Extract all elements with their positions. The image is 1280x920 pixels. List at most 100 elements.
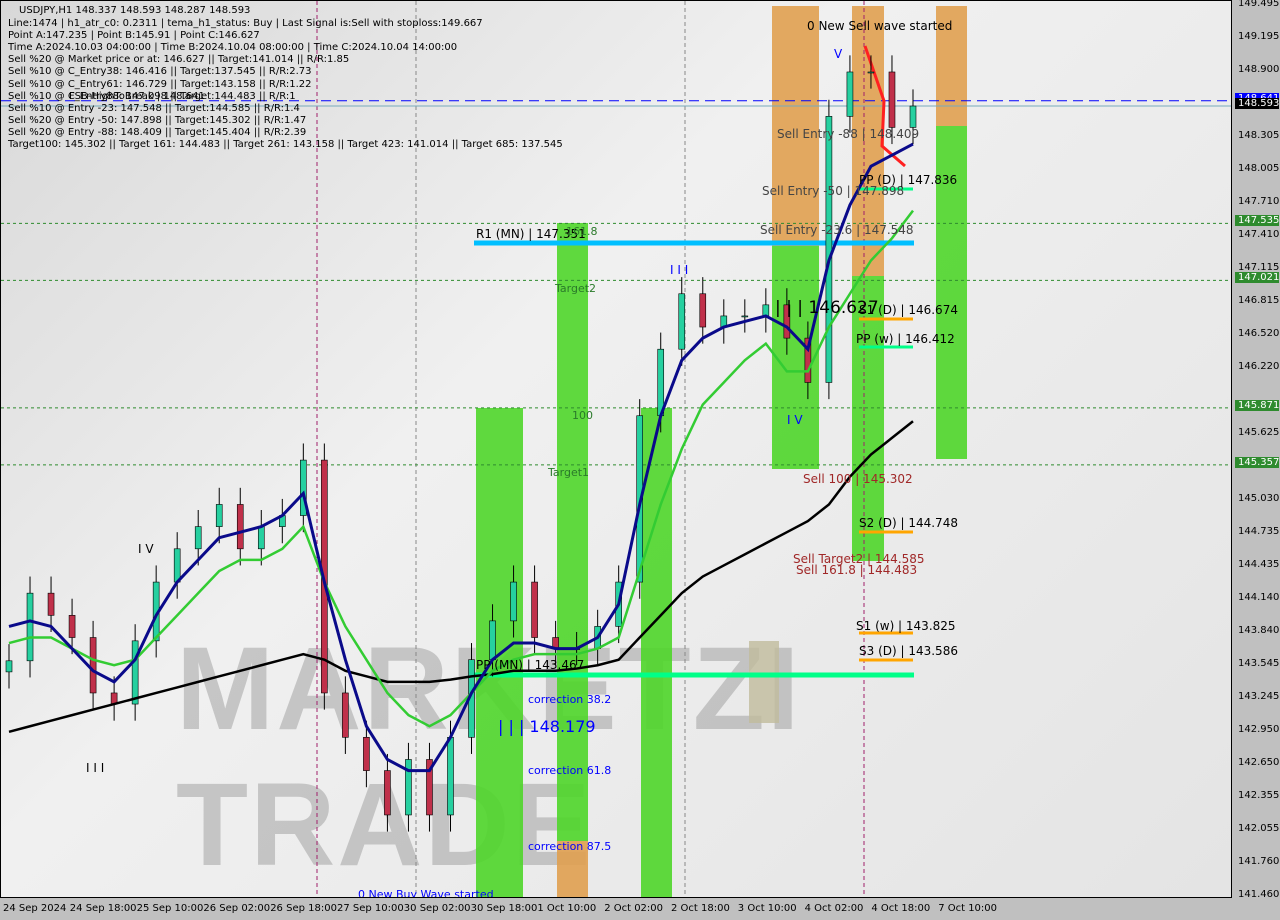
candle xyxy=(5,660,13,673)
candle xyxy=(531,581,538,638)
candle xyxy=(909,105,917,128)
price-tick-label: 145.625 xyxy=(1238,427,1280,439)
pp-w-label: PP (w) | 146.412 xyxy=(856,332,955,346)
point-c-label: | | | 146.627 xyxy=(775,298,879,318)
s2-d-label: S2 (D) | 144.748 xyxy=(859,516,958,530)
time-tick-label: 24 Sep 2024 xyxy=(3,903,67,914)
sell-1618-label: Sell 161.8 | 144.483 xyxy=(796,563,918,577)
price-tick-label: 141.460 xyxy=(1238,889,1280,900)
wave-iv-label: I V xyxy=(787,413,803,427)
price-tick-label: 147.710 xyxy=(1238,195,1280,207)
info-line: Target100: 145.302 || Target 161: 144.48… xyxy=(8,139,563,150)
target2-label: Target2 xyxy=(555,282,597,295)
time-tick-label: 2 Oct 18:00 xyxy=(671,903,730,914)
price-tick-label: 145.030 xyxy=(1238,493,1280,505)
price-tick-label: 143.245 xyxy=(1238,691,1280,703)
time-tick-label: 30 Sep 18:00 xyxy=(470,903,538,914)
wave-iv-2-label: I V xyxy=(138,542,154,556)
new-sell-label: 0 New Sell wave started xyxy=(807,19,953,33)
wave-iii-label: I I I xyxy=(670,263,689,277)
candle xyxy=(68,615,76,638)
watermark-block xyxy=(749,641,779,723)
info-line: Sell %10 @ C_Entry61: 146.729 || Target:… xyxy=(8,78,312,90)
info-line: Line:1474 | h1_atr_c0: 0.2311 | tema_h1_… xyxy=(8,18,483,29)
price-tick-label: 146.220 xyxy=(1238,361,1280,373)
candle xyxy=(236,504,244,550)
time-tick-label: 27 Sep 10:00 xyxy=(337,903,404,914)
time-tick-label: 4 Oct 18:00 xyxy=(871,903,931,914)
chart-window: MARKETZI TRADE USDJPY,H1 148.337 148.593… xyxy=(0,0,1280,920)
price-tick-label: 143.545 xyxy=(1238,657,1280,669)
price-tick-label: 144.735 xyxy=(1238,525,1280,537)
price-tick-label: 142.355 xyxy=(1238,789,1280,801)
sell-entry-23: Sell Entry -23.6 | 147.548 xyxy=(760,223,914,237)
wave-v-label: V xyxy=(834,47,843,61)
price-tick-label: 144.140 xyxy=(1238,591,1280,603)
price-tick-label: 146.520 xyxy=(1238,327,1280,339)
candle xyxy=(26,592,34,662)
candle xyxy=(846,71,854,117)
info-line: Sell %20 @ Entry -50: 147.898 || Target:… xyxy=(8,114,307,126)
correction-618-label: correction 61.8 xyxy=(528,764,612,777)
time-tick-label: 24 Sep 18:00 xyxy=(69,903,137,914)
chart-title: USDJPY,H1 148.337 148.593 148.287 148.59… xyxy=(19,5,251,16)
time-tick-label: 30 Sep 02:00 xyxy=(403,903,471,914)
correction-382-label: correction 38.2 xyxy=(528,693,612,706)
price-tick-label: 142.055 xyxy=(1238,823,1280,835)
price-tick-label: 143.840 xyxy=(1238,625,1280,637)
price-tick-label: 147.115 xyxy=(1238,261,1280,273)
s3-d-label: S3 (D) | 143.586 xyxy=(859,644,958,658)
candle xyxy=(363,737,370,771)
point-148179-label: | | | 148.179 xyxy=(498,717,596,736)
info-line: Sell %10 @ Entry -23: 147.548 || Target:… xyxy=(8,102,300,114)
candle xyxy=(47,592,55,616)
time-tick-label: 2 Oct 02:00 xyxy=(604,903,664,914)
pp-d-label: PP (D) | 147.836 xyxy=(859,173,958,187)
info-line: Time A:2024.10.03 04:00:00 | Time B:2024… xyxy=(8,42,458,54)
candle xyxy=(447,737,454,816)
candle xyxy=(762,304,770,317)
candle xyxy=(131,640,139,705)
candle xyxy=(699,293,707,328)
time-tick-label: 7 Oct 10:00 xyxy=(938,903,998,914)
price-tick-label: 148.005 xyxy=(1238,163,1280,175)
sell-zone xyxy=(772,6,819,246)
pp-mn-label: PP (MN) | 143.467 xyxy=(476,658,585,672)
price-tick-label: 142.650 xyxy=(1238,757,1280,769)
price-tick-label: 149.195 xyxy=(1238,31,1280,43)
candle xyxy=(825,116,833,383)
fib-1618-label: 161.8 xyxy=(566,225,598,238)
sell-entry-88: Sell Entry -88 | 148.409 xyxy=(777,127,920,141)
candle xyxy=(489,620,496,660)
price-marker: 148.593 xyxy=(1235,98,1279,110)
candle xyxy=(510,581,517,622)
s1-w-label: S1 (w) | 143.825 xyxy=(856,619,956,633)
info-line: Sell %20 @ Entry -88: 148.409 || Target:… xyxy=(8,126,307,138)
price-marker: 147.021 xyxy=(1235,272,1279,284)
buy-zone xyxy=(557,223,588,841)
price-marker: 145.357 xyxy=(1235,456,1279,468)
candle xyxy=(194,526,202,550)
correction-875-label: correction 87.5 xyxy=(528,840,612,853)
time-tick-label: 4 Oct 02:00 xyxy=(804,903,864,914)
candle xyxy=(257,526,265,550)
plot-area[interactable]: MARKETZI TRADE USDJPY,H1 148.337 148.593… xyxy=(0,0,1232,898)
time-tick-label: 25 Sep 10:00 xyxy=(136,903,204,914)
price-tick-label: 148.900 xyxy=(1238,63,1280,75)
wave-iii-low-label: I I I xyxy=(86,761,105,775)
new-buy-label: 0 New Buy Wave started xyxy=(358,888,494,898)
price-marker: 147.535 xyxy=(1235,215,1279,227)
fib-100-label: 100 xyxy=(572,409,593,422)
price-tick-label: 148.305 xyxy=(1238,129,1280,141)
info-line: Point A:147.235 | Point B:145.91 | Point… xyxy=(8,30,260,42)
info-line: Sell %10 @ C_Entry38: 146.416 || Target:… xyxy=(8,66,312,78)
price-marker: 145.871 xyxy=(1235,399,1279,411)
buy-zone xyxy=(772,246,819,469)
price-tick-label: 146.815 xyxy=(1238,295,1280,307)
candle xyxy=(173,548,181,583)
candle xyxy=(867,71,875,74)
candle xyxy=(215,504,223,527)
sell-100-label: Sell 100 | 145.302 xyxy=(803,472,913,486)
candle xyxy=(888,71,896,128)
candle xyxy=(657,348,665,417)
